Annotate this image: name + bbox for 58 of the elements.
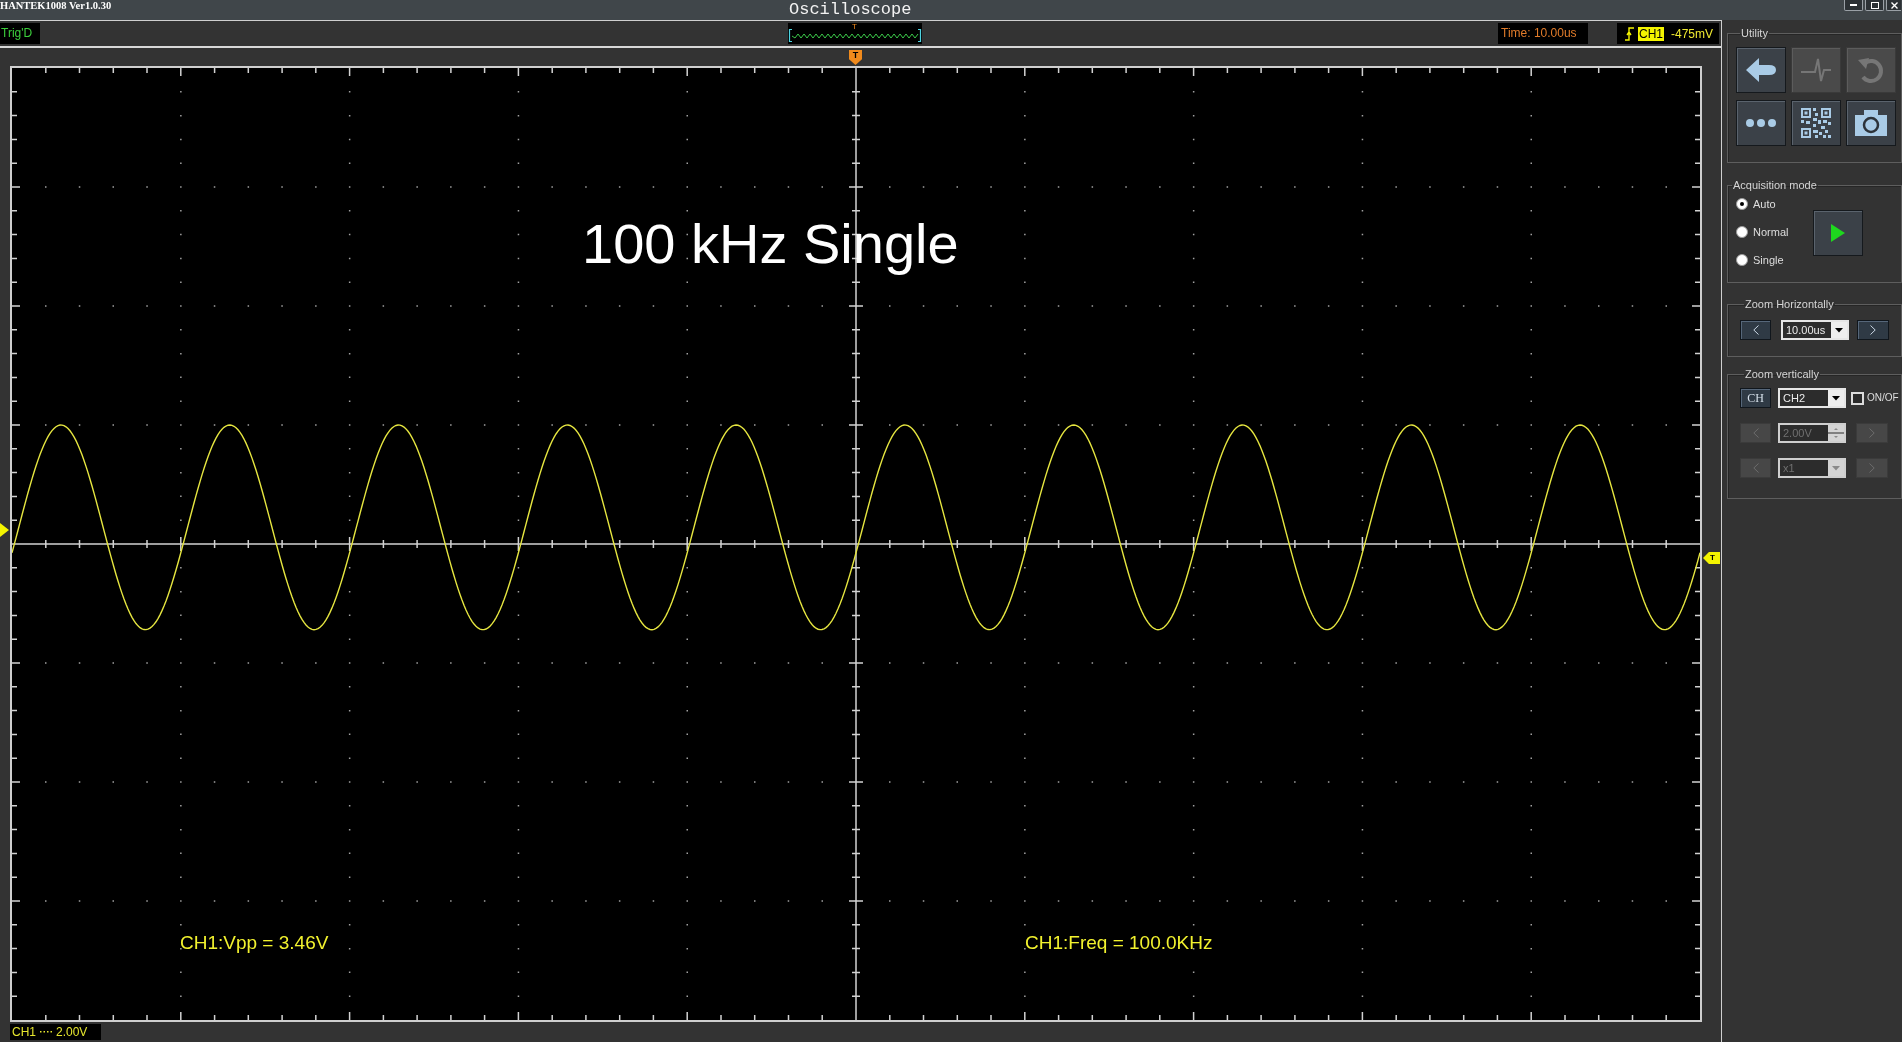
qr-code-icon — [1801, 108, 1831, 138]
trigger-level: -475mV — [1671, 26, 1714, 41]
undo-icon — [1857, 56, 1885, 84]
radio-button[interactable] — [1736, 226, 1748, 238]
close-button[interactable] — [1886, 0, 1901, 11]
spin-arrows-icon — [1828, 425, 1844, 441]
more-icon — [1746, 119, 1776, 127]
chevron-right-icon — [1869, 428, 1875, 438]
camera-button[interactable] — [1846, 100, 1896, 146]
channel-name: CH1 — [12, 1025, 36, 1039]
on-off-checkbox[interactable] — [1851, 391, 1864, 405]
radio-label[interactable]: Auto — [1753, 197, 1776, 211]
run-button[interactable] — [1813, 210, 1863, 256]
channel-marker-icon[interactable] — [0, 523, 9, 537]
minimize-button[interactable] — [1844, 0, 1863, 11]
radio-label[interactable]: Single — [1753, 253, 1784, 267]
next-button[interactable] — [1857, 320, 1889, 340]
chevron-right-icon — [1869, 463, 1875, 473]
group-title: Utility — [1740, 27, 1769, 40]
qr-code-button[interactable] — [1791, 100, 1841, 146]
pulse-icon — [1801, 58, 1831, 82]
radio-label[interactable]: Normal — [1753, 225, 1789, 239]
radio-button[interactable] — [1736, 198, 1748, 210]
trigger-channel: CH1 — [1638, 26, 1664, 41]
back-button[interactable] — [1736, 47, 1786, 93]
trigger-level-marker[interactable]: T — [1703, 552, 1720, 564]
channel-scale: 2.00V — [56, 1025, 88, 1039]
maximize-icon — [1870, 1, 1879, 9]
rising-edge-icon — [1625, 26, 1634, 41]
maximize-button[interactable] — [1865, 0, 1884, 11]
group-title: Zoom Horizontally — [1744, 298, 1835, 311]
dotted-line-icon — [40, 1031, 52, 1033]
chevron-left-icon — [1752, 428, 1759, 438]
chevron-left-icon — [1752, 325, 1759, 335]
trigger-overview-marker: T — [852, 23, 857, 31]
minimize-icon — [1850, 4, 1857, 6]
play-icon — [1831, 224, 1845, 242]
camera-icon — [1855, 110, 1887, 136]
timebase-readout: Time: 10.00us — [1498, 23, 1588, 44]
more-button[interactable] — [1736, 100, 1786, 146]
channel-button[interactable]: CH — [1740, 388, 1771, 408]
measurement-readout: CH1:Freq = 100.0KHz — [1025, 933, 1213, 952]
measurement-readout: CH1:Vpp = 3.46V — [180, 933, 329, 952]
chevron-left-icon — [1752, 463, 1759, 473]
app-version: HANTEK1008 Ver1.0.30 — [0, 0, 112, 11]
channel-dropdown[interactable]: CH2 — [1778, 388, 1846, 408]
timebase-dropdown[interactable]: 10.00us — [1781, 320, 1849, 340]
left-arrow-icon — [1746, 58, 1776, 82]
checkbox-label[interactable]: ON/OF — [1867, 392, 1899, 404]
radio-button[interactable] — [1736, 254, 1748, 266]
chevron-right-icon — [1870, 325, 1876, 335]
previous-button[interactable] — [1740, 320, 1771, 340]
close-icon — [1890, 1, 1898, 9]
trigger-status: Trig'D — [0, 23, 40, 44]
trigger-position-marker[interactable]: T — [849, 50, 862, 65]
group-title: Acquisition mode — [1732, 179, 1818, 192]
group-title: Zoom vertically — [1744, 368, 1820, 381]
window-title: Oscilloscope — [789, 0, 912, 19]
